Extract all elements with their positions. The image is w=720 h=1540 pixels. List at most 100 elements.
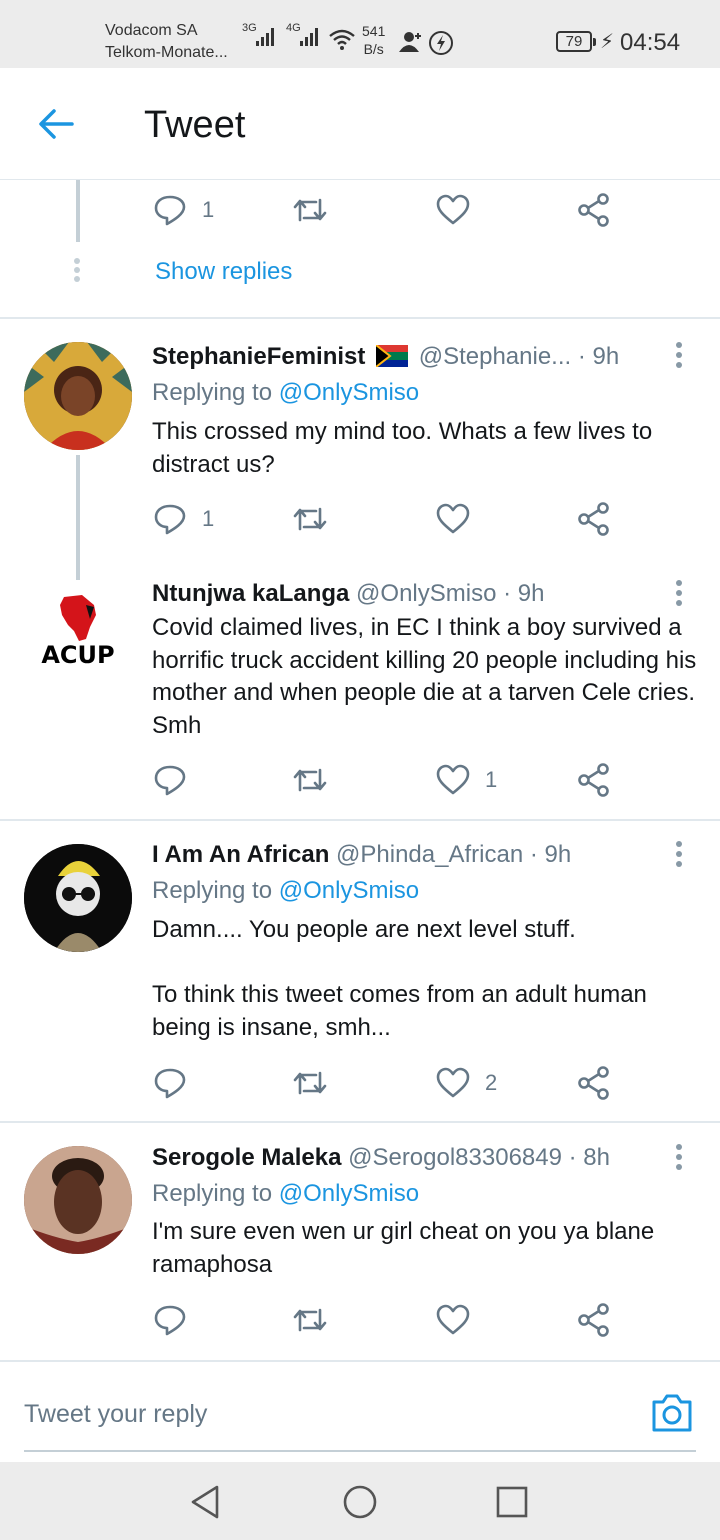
like-button[interactable]: 1 — [435, 760, 497, 800]
reply-icon — [154, 504, 186, 535]
like-button[interactable] — [435, 1300, 471, 1340]
tweet-text: I'm sure even wen ur girl cheat on you y… — [152, 1218, 655, 1278]
mention-link[interactable]: @OnlySmiso — [279, 877, 419, 904]
replying-to-prefix: Replying to — [152, 379, 273, 406]
replying-to: Replying to @OnlySmiso — [152, 876, 419, 906]
share-button[interactable] — [576, 499, 612, 539]
back-arrow-icon[interactable] — [36, 106, 76, 142]
network-type-1: 3G — [242, 22, 257, 34]
share-button[interactable] — [576, 1300, 612, 1340]
reply-count: 1 — [202, 506, 215, 531]
retweet-icon — [293, 1308, 327, 1332]
tweet-time: · 9h — [577, 343, 620, 370]
user-name[interactable]: Ntunjwa kaLanga — [152, 580, 349, 607]
wifi-icon — [329, 29, 355, 50]
reply-input[interactable]: Tweet your reply — [24, 1400, 207, 1429]
like-button[interactable]: 2 — [435, 1063, 497, 1103]
reply-button[interactable]: 1 — [152, 499, 214, 539]
like-button[interactable] — [435, 499, 471, 539]
user-name[interactable]: StephanieFeminist — [152, 343, 365, 370]
user-name[interactable]: Serogole Maleka — [152, 1144, 341, 1171]
share-icon — [578, 763, 609, 797]
heart-icon — [436, 1304, 470, 1335]
reply-icon — [154, 1068, 186, 1099]
more-options-icon[interactable] — [676, 580, 684, 608]
power-saving-icon — [429, 31, 453, 55]
tweet-text: Covid claimed lives, in EC I think a boy… — [152, 614, 697, 739]
carrier-name-2: Telkom-Monate... — [105, 44, 228, 61]
signal-bars-2-icon — [300, 28, 318, 46]
like-count: 1 — [485, 767, 498, 792]
avatar-label: ACUP — [41, 641, 114, 669]
reply-button[interactable] — [152, 760, 188, 800]
retweet-button[interactable] — [292, 1300, 328, 1340]
user-handle[interactable]: @OnlySmiso — [356, 580, 496, 607]
divider — [0, 317, 720, 319]
network-type-2: 4G — [286, 22, 301, 34]
tweet-header: I Am An African @Phinda_African · 9h — [152, 840, 571, 870]
system-nav-bar — [0, 1462, 720, 1540]
avatar[interactable] — [24, 342, 132, 450]
tweet-actions: 1 — [152, 760, 632, 800]
avatar-image — [24, 342, 132, 450]
more-options-icon[interactable] — [676, 1144, 684, 1172]
avatar-image — [24, 844, 132, 952]
camera-icon[interactable] — [650, 1392, 694, 1434]
retweet-icon — [293, 198, 327, 222]
user-handle[interactable]: @Serogol83306849 — [348, 1144, 562, 1171]
avatar[interactable]: ACUP — [24, 585, 132, 693]
more-options-icon[interactable] — [676, 342, 684, 370]
speed-value: 541 — [362, 23, 386, 39]
user-name[interactable]: I Am An African — [152, 841, 329, 868]
reply-button[interactable]: 1 — [152, 190, 214, 230]
like-button[interactable] — [435, 190, 471, 230]
retweet-icon — [293, 768, 327, 792]
show-replies-link[interactable]: Show replies — [155, 258, 292, 286]
thread-more-dots-icon — [74, 258, 80, 285]
nav-home-icon[interactable] — [340, 1482, 380, 1522]
heart-icon — [436, 764, 470, 795]
tweet-time: · 9h — [529, 841, 572, 868]
retweet-button[interactable] — [292, 1063, 328, 1103]
replying-to: Replying to @OnlySmiso — [152, 1179, 419, 1209]
heart-icon — [436, 194, 470, 225]
clock: 04:54 — [620, 29, 681, 56]
reply-icon — [154, 1305, 186, 1336]
user-handle[interactable]: @Phinda_African — [336, 841, 523, 868]
avatar[interactable] — [24, 1146, 132, 1254]
retweet-button[interactable] — [292, 760, 328, 800]
retweet-button[interactable] — [292, 499, 328, 539]
speed-unit: B/s — [363, 41, 384, 57]
share-icon — [578, 1066, 609, 1100]
share-button[interactable] — [576, 190, 612, 230]
avatar[interactable] — [24, 844, 132, 952]
avatar-image — [24, 1146, 132, 1254]
app-header: Tweet — [0, 68, 720, 180]
reply-button[interactable] — [152, 1300, 188, 1340]
tweet-text: This crossed my mind too. Whats a few li… — [152, 418, 653, 478]
share-button[interactable] — [576, 1063, 612, 1103]
nav-recents-icon[interactable] — [492, 1482, 532, 1522]
replying-to: Replying to @OnlySmiso — [152, 378, 419, 408]
more-options-icon[interactable] — [676, 841, 684, 869]
share-button[interactable] — [576, 760, 612, 800]
charging-icon: ⚡ — [600, 31, 615, 53]
thread-line — [76, 455, 80, 580]
signal-bars-1-icon — [256, 28, 274, 46]
divider — [0, 1121, 720, 1123]
nav-back-icon[interactable] — [187, 1482, 227, 1522]
retweet-button[interactable] — [292, 190, 328, 230]
page-title: Tweet — [144, 104, 246, 146]
replying-to-prefix: Replying to — [152, 877, 273, 904]
share-icon — [578, 502, 609, 536]
reply-input-underline — [24, 1450, 696, 1452]
status-bar: Vodacom SA Telkom-Monate... 3G 4G 541 B/… — [0, 0, 720, 68]
divider — [0, 819, 720, 821]
tweet-text: Damn.... You people are next level stuff… — [152, 916, 647, 1041]
user-handle[interactable]: @Stephanie... — [419, 343, 571, 370]
mention-link[interactable]: @OnlySmiso — [279, 1180, 419, 1207]
avatar-image: ACUP — [24, 585, 132, 693]
mention-link[interactable]: @OnlySmiso — [279, 379, 419, 406]
reply-button[interactable] — [152, 1063, 188, 1103]
battery-indicator: 79 — [556, 31, 596, 52]
